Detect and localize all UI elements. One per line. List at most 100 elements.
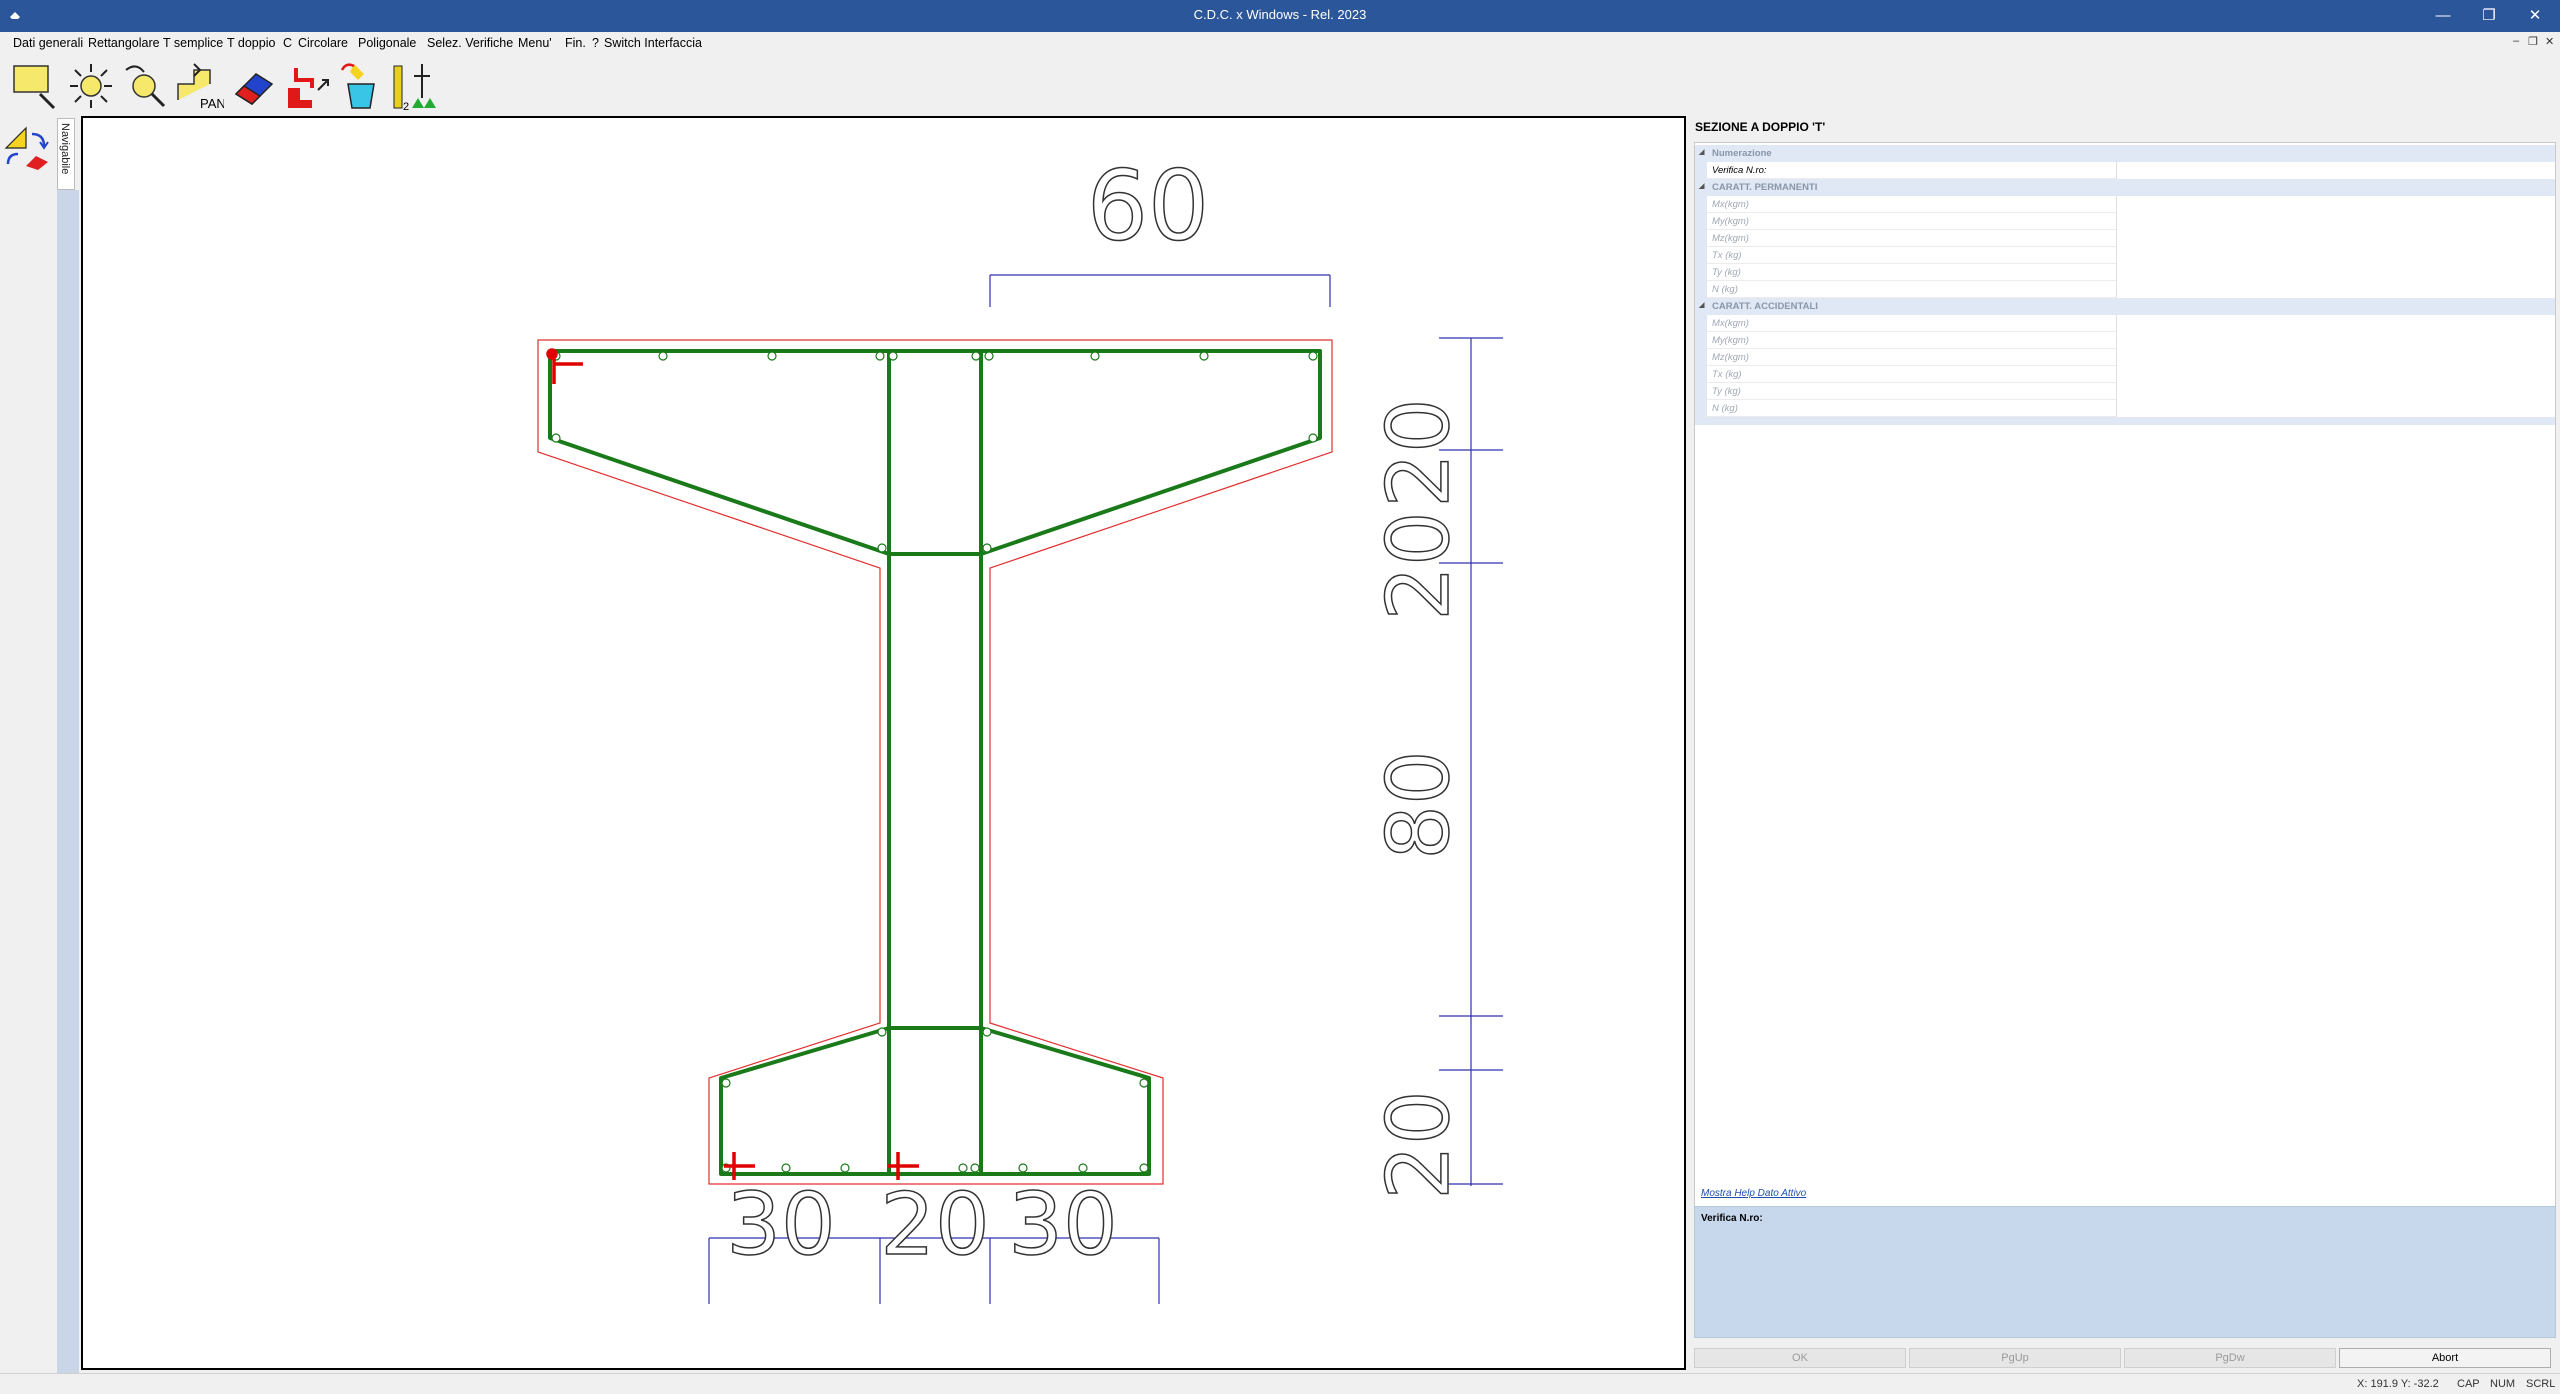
menu-menu[interactable]: Menu' bbox=[518, 36, 552, 50]
row-perm-tx[interactable]: Tx (kg) bbox=[1695, 247, 2555, 264]
help-text: Verifica N.ro: bbox=[1701, 1213, 1763, 1224]
concrete-outline bbox=[537, 339, 1333, 1185]
mdi-minimize-button[interactable]: – bbox=[2513, 35, 2519, 47]
minimize-button[interactable]: — bbox=[2420, 0, 2466, 32]
perm-n-input[interactable] bbox=[2116, 281, 2555, 298]
menu-selez-verifiche[interactable]: Selez. Verifiche bbox=[427, 36, 513, 50]
row-acc-ty[interactable]: Ty (kg) bbox=[1695, 383, 2555, 400]
dim-top-width: 60 bbox=[1087, 150, 1209, 262]
category-permanenti[interactable]: ◢ CARATT. PERMANENTI bbox=[1695, 179, 2555, 196]
property-grid: ◢ Numerazione Verifica N.ro: ◢ CARATT. P… bbox=[1694, 142, 2556, 1296]
perm-tx-input[interactable] bbox=[2116, 247, 2555, 264]
category-numerazione[interactable]: ◢ Numerazione bbox=[1695, 145, 2555, 162]
category-accidentali[interactable]: ◢ CARATT. ACCIDENTALI bbox=[1695, 298, 2555, 315]
bottom-flange-rebar bbox=[719, 1026, 1151, 1176]
perm-ty-input[interactable] bbox=[2116, 264, 2555, 281]
row-acc-my[interactable]: My(kgm) bbox=[1695, 332, 2555, 349]
navigator-tab-label: Navigabile bbox=[59, 123, 71, 175]
row-acc-n[interactable]: N (kg) bbox=[1695, 400, 2555, 417]
measure-icon[interactable] bbox=[4, 126, 52, 170]
axes-icon[interactable]: 2 bbox=[390, 60, 440, 112]
left-tool-strip bbox=[0, 118, 58, 1373]
acc-n-input[interactable] bbox=[2116, 400, 2555, 417]
zoom-previous-icon[interactable] bbox=[120, 60, 170, 112]
menu-t-semplice[interactable]: T semplice bbox=[163, 36, 223, 50]
menu-help[interactable]: ? bbox=[592, 36, 599, 50]
section-drawing: 60 20 20 80 20 30 20 30 bbox=[537, 149, 1503, 1304]
zoom-window-icon[interactable] bbox=[10, 60, 60, 112]
title-bar: C.D.C. x Windows - Rel. 2023 — ❐ ✕ bbox=[0, 0, 2560, 32]
row-perm-mx[interactable]: Mx(kgm) bbox=[1695, 196, 2555, 213]
pan-icon[interactable]: PAN bbox=[174, 60, 224, 112]
mdi-restore-button[interactable]: ❐ bbox=[2528, 35, 2538, 48]
menu-dati-generali[interactable]: Dati generali bbox=[13, 36, 83, 50]
collapse-icon[interactable]: ◢ bbox=[1699, 301, 1704, 309]
corner-arrow-icon[interactable] bbox=[284, 60, 334, 112]
dim-bottom-1: 30 bbox=[726, 1175, 835, 1275]
drawing-canvas[interactable]: 60 20 20 80 20 30 20 30 bbox=[81, 116, 1686, 1370]
menu-rettangolare[interactable]: Rettangolare bbox=[88, 36, 160, 50]
pan-label: PAN bbox=[200, 96, 224, 111]
dim-bottom-3: 30 bbox=[1008, 1175, 1117, 1275]
verifica-nro-input[interactable] bbox=[2116, 162, 2555, 179]
abort-button[interactable]: Abort bbox=[2339, 1348, 2551, 1368]
row-acc-tx[interactable]: Tx (kg) bbox=[1695, 366, 2555, 383]
close-button[interactable]: ✕ bbox=[2512, 0, 2558, 32]
menu-c[interactable]: C bbox=[283, 36, 292, 50]
axes-label: 2 bbox=[403, 101, 409, 112]
rebar-layout bbox=[548, 349, 1322, 1176]
acc-mz-input[interactable] bbox=[2116, 349, 2555, 366]
row-verifica-nro[interactable]: Verifica N.ro: bbox=[1695, 162, 2555, 179]
window-title: C.D.C. x Windows - Rel. 2023 bbox=[1193, 7, 1367, 22]
menu-bar: Dati generali Rettangolare T semplice T … bbox=[0, 32, 2560, 54]
rebar-bars bbox=[551, 351, 1318, 1173]
caps-indicator: CAP bbox=[2457, 1378, 2480, 1390]
menu-circolare[interactable]: Circolare bbox=[298, 36, 348, 50]
perm-mz-input[interactable] bbox=[2116, 230, 2555, 247]
status-bar: X: 191.9 Y: -32.2 CAP NUM SCRL bbox=[0, 1373, 2560, 1394]
menu-fin[interactable]: Fin. bbox=[565, 36, 586, 50]
perm-mx-input[interactable] bbox=[2116, 196, 2555, 213]
pgup-button[interactable]: PgUp bbox=[1909, 1348, 2121, 1368]
dimension-labels: 60 20 20 80 20 30 20 30 bbox=[726, 149, 1470, 1276]
restore-button[interactable]: ❐ bbox=[2466, 0, 2512, 32]
collapse-icon[interactable]: ◢ bbox=[1699, 148, 1704, 156]
dim-bottom-2: 20 bbox=[880, 1175, 989, 1275]
acc-tx-input[interactable] bbox=[2116, 366, 2555, 383]
row-perm-ty[interactable]: Ty (kg) bbox=[1695, 264, 2555, 281]
pgdw-button[interactable]: PgDw bbox=[2124, 1348, 2336, 1368]
top-flange-rebar bbox=[548, 349, 1322, 556]
scroll-indicator: SCRL bbox=[2526, 1378, 2556, 1390]
eraser-icon[interactable] bbox=[230, 60, 280, 112]
num-indicator: NUM bbox=[2490, 1378, 2516, 1390]
acc-ty-input[interactable] bbox=[2116, 383, 2555, 400]
menu-switch-interfaccia[interactable]: Switch Interfaccia bbox=[604, 36, 702, 50]
help-link[interactable]: Mostra Help Dato Attivo bbox=[1701, 1188, 1806, 1199]
dim-right-1: 20 bbox=[1369, 398, 1469, 507]
coordinates-readout: X: 191.9 Y: -32.2 bbox=[2357, 1378, 2439, 1390]
mdi-close-button[interactable]: ✕ bbox=[2545, 35, 2554, 48]
row-perm-n[interactable]: N (kg) bbox=[1695, 281, 2555, 298]
row-acc-mz[interactable]: Mz(kgm) bbox=[1695, 349, 2555, 366]
dim-right-2: 20 bbox=[1369, 511, 1469, 620]
acc-my-input[interactable] bbox=[2116, 332, 2555, 349]
paint-bucket-icon[interactable] bbox=[336, 60, 386, 112]
acc-mx-input[interactable] bbox=[2116, 315, 2555, 332]
perm-my-input[interactable] bbox=[2116, 213, 2555, 230]
dim-right-4: 20 bbox=[1369, 1090, 1469, 1199]
panel-title: SEZIONE A DOPPIO 'T' bbox=[1695, 120, 1826, 134]
collapse-icon[interactable]: ◢ bbox=[1699, 182, 1704, 190]
navigator-strip bbox=[57, 190, 79, 1373]
row-perm-mz[interactable]: Mz(kgm) bbox=[1695, 230, 2555, 247]
ok-button[interactable]: OK bbox=[1694, 1348, 1906, 1368]
navigator-tab[interactable]: Navigabile bbox=[57, 118, 75, 190]
dim-right-3: 80 bbox=[1369, 750, 1469, 859]
menu-poligonale[interactable]: Poligonale bbox=[358, 36, 416, 50]
toolbar: PAN 2 bbox=[0, 56, 2560, 114]
row-acc-mx[interactable]: Mx(kgm) bbox=[1695, 315, 2555, 332]
properties-panel: SEZIONE A DOPPIO 'T' ◢ Numerazione Verif… bbox=[1691, 116, 2557, 1373]
menu-t-doppio[interactable]: T doppio bbox=[227, 36, 275, 50]
row-perm-my[interactable]: My(kgm) bbox=[1695, 213, 2555, 230]
zoom-extents-icon[interactable] bbox=[66, 60, 116, 112]
grid-footer bbox=[1695, 417, 2555, 425]
